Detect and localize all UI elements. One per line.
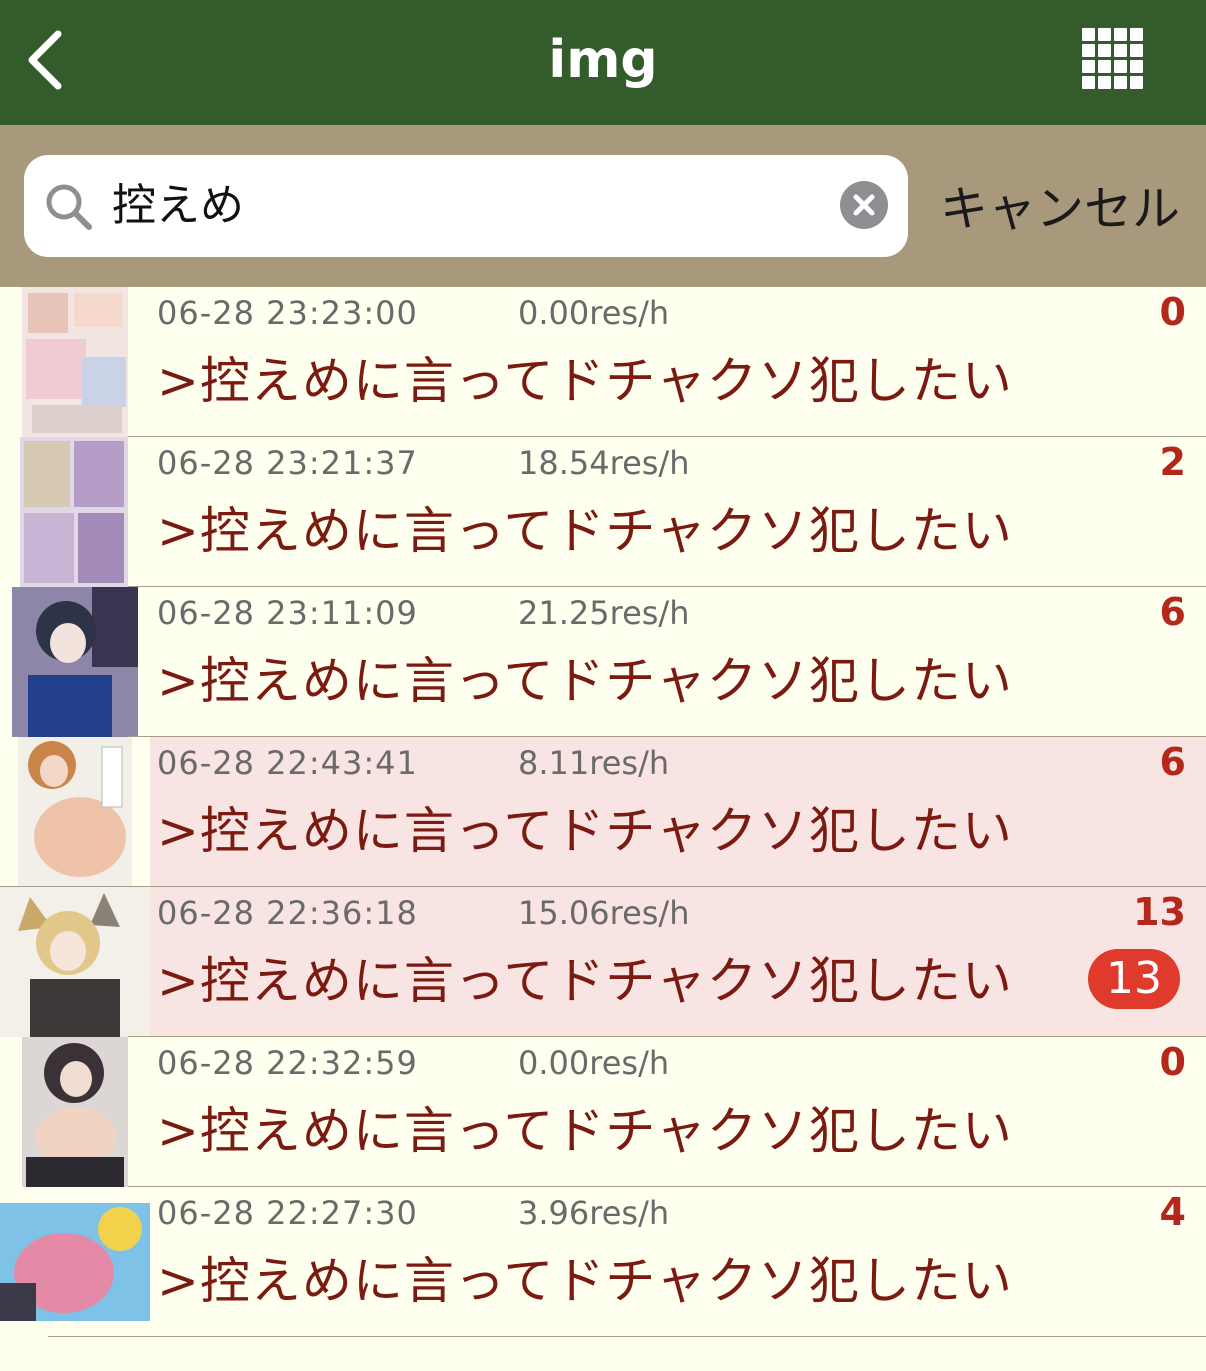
grid-icon[interactable]	[1082, 28, 1144, 90]
thread-thumbnail[interactable]	[22, 1037, 128, 1187]
thread-row[interactable]: 06-28 22:32:59 0.00res/h 0 >控えめに言ってドチャクソ…	[0, 1037, 1206, 1187]
thread-thumbnail[interactable]	[12, 587, 138, 737]
clear-icon[interactable]	[840, 181, 888, 229]
thread-thumbnail[interactable]	[20, 437, 128, 587]
thread-thumbnail[interactable]	[18, 737, 132, 887]
thread-date: 06-28 23:23:00	[157, 294, 418, 332]
reply-count: 2	[1159, 440, 1186, 484]
thread-title: >控えめに言ってドチャクソ犯したい	[157, 952, 1013, 1010]
thread-date: 06-28 23:21:37	[157, 444, 418, 482]
thread-rate: 21.25res/h	[518, 594, 690, 632]
reply-count: 6	[1159, 740, 1186, 784]
thread-rate: 0.00res/h	[518, 1044, 670, 1082]
thread-date: 06-28 22:27:30	[157, 1194, 418, 1232]
thread-rate: 18.54res/h	[518, 444, 690, 482]
cancel-button[interactable]: キャンセル	[940, 169, 1180, 249]
search-query[interactable]: 控えめ	[112, 175, 244, 237]
thread-row[interactable]: 06-28 23:23:00 0.00res/h 0 >控えめに言ってドチャクソ…	[0, 287, 1206, 437]
thread-date: 06-28 22:43:41	[157, 744, 418, 782]
thread-thumbnail[interactable]	[22, 287, 128, 437]
thread-rate: 15.06res/h	[518, 894, 690, 932]
thread-row[interactable]: 06-28 22:27:30 3.96res/h 4 >控えめに言ってドチャクソ…	[0, 1187, 1206, 1337]
thread-rate: 8.11res/h	[518, 744, 670, 782]
search-icon	[46, 184, 92, 230]
thread-list: 06-28 23:23:00 0.00res/h 0 >控えめに言ってドチャクソ…	[0, 287, 1206, 1337]
thread-title: >控えめに言ってドチャクソ犯したい	[157, 502, 1013, 560]
chevron-left-icon[interactable]	[24, 28, 68, 92]
reply-count: 0	[1159, 1040, 1186, 1084]
reply-count: 6	[1159, 590, 1186, 634]
thread-date: 06-28 22:32:59	[157, 1044, 418, 1082]
unread-badge: 13	[1088, 949, 1180, 1009]
thread-title: >控えめに言ってドチャクソ犯したい	[157, 352, 1013, 410]
thread-row[interactable]: 06-28 23:11:09 21.25res/h 6 >控えめに言ってドチャク…	[0, 587, 1206, 737]
page-title: img	[548, 30, 658, 90]
navigation-bar: img	[0, 0, 1206, 125]
thread-title: >控えめに言ってドチャクソ犯したい	[157, 1252, 1013, 1310]
thread-title: >控えめに言ってドチャクソ犯したい	[157, 802, 1013, 860]
thread-date: 06-28 22:36:18	[157, 894, 418, 932]
reply-count: 4	[1159, 1190, 1186, 1234]
reply-count: 13	[1133, 890, 1186, 934]
thread-row[interactable]: 06-28 23:21:37 18.54res/h 2 >控えめに言ってドチャク…	[0, 437, 1206, 587]
search-input[interactable]: 控えめ	[24, 155, 908, 257]
thread-title: >控えめに言ってドチャクソ犯したい	[157, 652, 1013, 710]
thread-thumbnail[interactable]	[0, 1203, 150, 1321]
thread-rate: 0.00res/h	[518, 294, 670, 332]
thread-row[interactable]: 06-28 22:43:41 8.11res/h 6 >控えめに言ってドチャクソ…	[0, 737, 1206, 887]
thread-date: 06-28 23:11:09	[157, 594, 418, 632]
thread-row[interactable]: 06-28 22:36:18 15.06res/h 13 >控えめに言ってドチャ…	[0, 887, 1206, 1037]
row-divider	[48, 1336, 1206, 1337]
thread-thumbnail[interactable]	[0, 887, 150, 1037]
thread-title: >控えめに言ってドチャクソ犯したい	[157, 1102, 1013, 1160]
thread-rate: 3.96res/h	[518, 1194, 670, 1232]
search-bar: 控えめ キャンセル	[0, 125, 1206, 287]
reply-count: 0	[1159, 290, 1186, 334]
